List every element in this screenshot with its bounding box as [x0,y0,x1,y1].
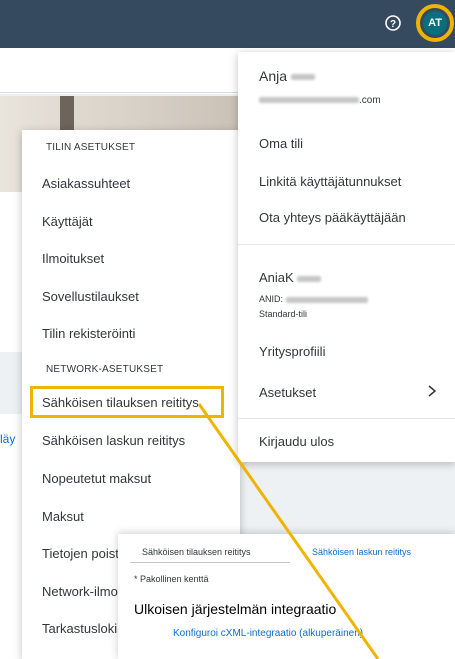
chevron-right-icon [428,385,437,397]
menu-item-contact-admin[interactable]: Ota yhteys pääkäyttäjään [259,210,406,225]
menu-item-customer-relationships[interactable]: Asiakassuhteet [42,176,130,191]
required-field-note: * Pakollinen kenttä [134,574,209,584]
top-shell-bar: ? AT [0,0,455,48]
routing-dialog: Sähköisen tilauksen reititys Sähköisen l… [118,534,455,659]
tab-underline [130,562,290,563]
menu-item-payments[interactable]: Maksut [42,509,84,524]
section-title-account-settings: TILIN ASETUKSET [46,142,136,153]
menu-item-notifications[interactable]: Ilmoitukset [42,251,104,266]
background-link[interactable]: läy [0,432,15,446]
menu-item-network-notifications[interactable]: Network-ilmo [42,584,118,599]
menu-item-users[interactable]: Käyttäjät [42,214,93,229]
menu-item-order-routing[interactable]: Sähköisen tilauksen reititys [42,395,199,410]
menu-item-invoice-routing[interactable]: Sähköisen laskun reititys [42,433,185,448]
anid-label: ANID: [259,294,368,304]
menu-item-accelerated-payments[interactable]: Nopeutetut maksut [42,471,151,486]
account-type: Standard-tili [259,309,308,319]
user-menu: Anja .com Oma tili Linkitä käyttäjätunnu… [238,52,455,462]
menu-item-my-account[interactable]: Oma tili [259,136,303,151]
menu-item-company-profile[interactable]: Yritysprofiili [259,344,325,359]
logout-button[interactable]: Kirjaudu ulos [259,434,334,449]
question-circle-icon[interactable]: ? [383,13,403,33]
tab-order-routing[interactable]: Sähköisen tilauksen reititys [142,547,251,557]
dialog-section-title: Ulkoisen järjestelmän integraatio [134,601,337,617]
menu-item-account-registration[interactable]: Tilin rekisteröinti [42,326,135,341]
menu-item-settings[interactable]: Asetukset [259,385,316,400]
section-title-network-settings: NETWORK-ASETUKSET [46,364,164,375]
menu-item-link-user-ids[interactable]: Linkitä käyttäjätunnukset [259,174,401,189]
menu-item-app-subscriptions[interactable]: Sovellustilaukset [42,289,139,304]
avatar-highlight: AT [416,4,454,42]
account-name: AniaK [259,270,322,285]
divider [238,418,455,419]
configure-cxml-link[interactable]: Konfiguroi cXML-integraatio (alkuperäine… [173,628,363,639]
user-name: Anja [259,68,315,84]
menu-item-audit-log[interactable]: Tarkastusloki [42,621,117,636]
divider [238,244,455,245]
avatar[interactable]: AT [423,11,447,35]
tab-invoice-routing[interactable]: Sähköisen laskun reititys [312,547,411,557]
user-email: .com [259,95,381,106]
svg-text:?: ? [390,19,396,30]
menu-item-data-deletion[interactable]: Tietojen poist [42,546,119,561]
